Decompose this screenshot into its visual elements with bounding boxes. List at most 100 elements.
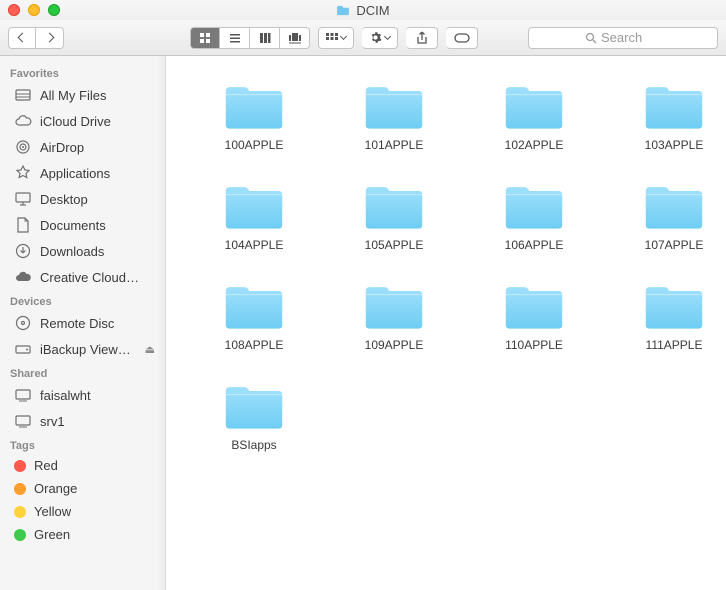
folder-label: 109APPLE	[365, 338, 424, 352]
list-view-button[interactable]	[220, 27, 250, 49]
folder-label: 104APPLE	[225, 238, 284, 252]
sidebar-item-label: Creative Cloud…	[40, 270, 155, 285]
folder-item[interactable]: 101APPLE	[334, 80, 454, 152]
column-view-icon	[259, 32, 271, 44]
all-my-files-icon	[14, 86, 32, 104]
tags-button[interactable]	[446, 27, 478, 49]
sidebar-item-remote-disc[interactable]: Remote Disc	[0, 310, 165, 336]
folder-item[interactable]: 108APPLE	[194, 280, 314, 352]
folder-item[interactable]: 100APPLE	[194, 80, 314, 152]
close-window-button[interactable]	[8, 4, 20, 16]
tag-dot-icon	[14, 506, 26, 518]
back-button[interactable]	[8, 27, 36, 49]
folder-label: 108APPLE	[225, 338, 284, 352]
folder-icon	[222, 80, 286, 132]
forward-button[interactable]	[36, 27, 64, 49]
folder-label: 102APPLE	[505, 138, 564, 152]
tag-dot-icon	[14, 529, 26, 541]
sidebar-item-downloads[interactable]: Downloads	[0, 238, 165, 264]
window-title: DCIM	[0, 3, 726, 18]
folder-item[interactable]: BSIapps	[194, 380, 314, 452]
folder-icon	[642, 180, 706, 232]
folder-item[interactable]: 107APPLE	[614, 180, 726, 252]
folder-icon	[642, 280, 706, 332]
sidebar-item-label: iCloud Drive	[40, 114, 155, 129]
coverflow-view-icon	[288, 32, 302, 44]
view-mode-buttons	[190, 27, 310, 49]
search-input[interactable]	[601, 30, 661, 45]
sidebar-item-shared-computer[interactable]: srv1	[0, 408, 165, 434]
sidebar-item-tag-yellow[interactable]: Yellow	[0, 500, 165, 523]
airdrop-icon	[14, 138, 32, 156]
sidebar-item-label: AirDrop	[40, 140, 155, 155]
folder-item[interactable]: 109APPLE	[334, 280, 454, 352]
sidebar-item-label: iBackup View…	[40, 342, 137, 357]
sidebar-item-label: Remote Disc	[40, 316, 155, 331]
folder-icon	[642, 80, 706, 132]
sidebar-item-tag-green[interactable]: Green	[0, 523, 165, 546]
coverflow-view-button[interactable]	[280, 27, 310, 49]
sidebar-item-label: srv1	[40, 414, 155, 429]
zoom-window-button[interactable]	[48, 4, 60, 16]
column-view-button[interactable]	[250, 27, 280, 49]
arrange-button[interactable]	[318, 27, 354, 49]
tag-icon	[454, 33, 470, 43]
sidebar-item-creative-cloud[interactable]: Creative Cloud…	[0, 264, 165, 290]
sidebar-item-tag-red[interactable]: Red	[0, 454, 165, 477]
folder-icon	[502, 80, 566, 132]
window-title-text: DCIM	[356, 3, 389, 18]
folder-label: 110APPLE	[505, 338, 563, 352]
sidebar-heading-devices: Devices	[0, 290, 165, 310]
nav-buttons	[8, 27, 64, 49]
sidebar-heading-tags: Tags	[0, 434, 165, 454]
list-view-icon	[229, 32, 241, 44]
sidebar: Favorites All My Files iCloud Drive AirD…	[0, 56, 166, 590]
computer-icon	[14, 386, 32, 404]
toolbar	[0, 20, 726, 56]
sidebar-item-shared-computer[interactable]: faisalwht	[0, 382, 165, 408]
folder-icon	[362, 280, 426, 332]
disc-icon	[14, 314, 32, 332]
action-button[interactable]	[362, 27, 398, 49]
folder-item[interactable]: 110APPLE	[474, 280, 594, 352]
sidebar-item-desktop[interactable]: Desktop	[0, 186, 165, 212]
folder-item[interactable]: 104APPLE	[194, 180, 314, 252]
sidebar-item-icloud-drive[interactable]: iCloud Drive	[0, 108, 165, 134]
folder-item[interactable]: 103APPLE	[614, 80, 726, 152]
sidebar-item-label: Downloads	[40, 244, 155, 259]
sidebar-item-airdrop[interactable]: AirDrop	[0, 134, 165, 160]
folder-icon	[222, 180, 286, 232]
chevron-down-icon	[340, 33, 347, 40]
share-button[interactable]	[406, 27, 438, 49]
folder-label: 101APPLE	[365, 138, 424, 152]
folder-label: 100APPLE	[225, 138, 284, 152]
search-icon	[585, 32, 597, 44]
sidebar-item-all-my-files[interactable]: All My Files	[0, 82, 165, 108]
titlebar: DCIM	[0, 0, 726, 20]
folder-grid: 100APPLE 101APPLE 102APPLE 103APPLE 104APPLE…	[166, 56, 726, 476]
file-browser[interactable]: 100APPLE 101APPLE 102APPLE 103APPLE 104APPLE…	[166, 56, 726, 590]
computer-icon	[14, 412, 32, 430]
folder-icon	[362, 80, 426, 132]
folder-icon	[502, 180, 566, 232]
drive-icon	[14, 340, 32, 358]
sidebar-item-ibackup-viewer[interactable]: iBackup View… ⏏	[0, 336, 165, 362]
folder-item[interactable]: 102APPLE	[474, 80, 594, 152]
cloud-icon	[14, 112, 32, 130]
sidebar-heading-favorites: Favorites	[0, 62, 165, 82]
tag-dot-icon	[14, 460, 26, 472]
sidebar-item-documents[interactable]: Documents	[0, 212, 165, 238]
search-field[interactable]	[528, 27, 718, 49]
downloads-icon	[14, 242, 32, 260]
sidebar-item-label: Red	[34, 458, 155, 473]
folder-item[interactable]: 106APPLE	[474, 180, 594, 252]
sidebar-item-tag-orange[interactable]: Orange	[0, 477, 165, 500]
documents-icon	[14, 216, 32, 234]
eject-icon[interactable]: ⏏	[145, 343, 155, 356]
minimize-window-button[interactable]	[28, 4, 40, 16]
folder-item[interactable]: 105APPLE	[334, 180, 454, 252]
sidebar-item-applications[interactable]: Applications	[0, 160, 165, 186]
folder-item[interactable]: 111APPLE	[614, 280, 726, 352]
applications-icon	[14, 164, 32, 182]
icon-view-button[interactable]	[190, 27, 220, 49]
